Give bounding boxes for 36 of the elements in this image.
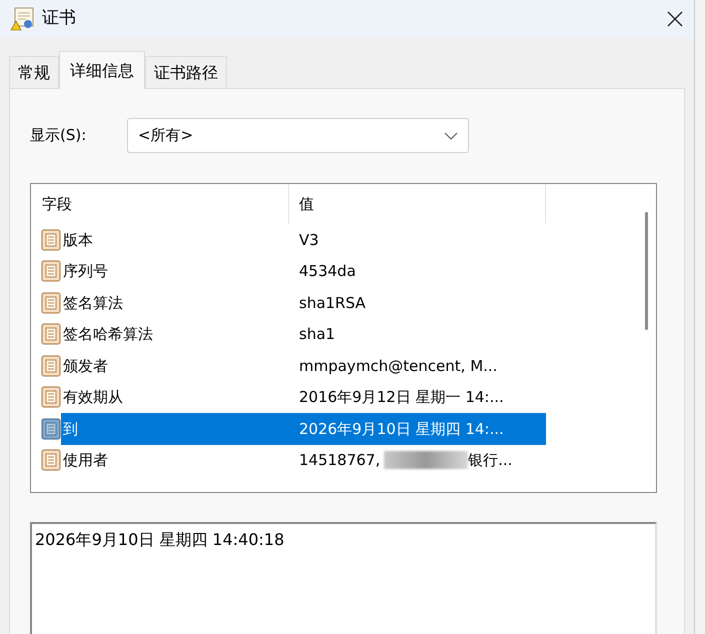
field-name[interactable]: 签名哈希算法: [61, 318, 289, 350]
field-value: sha1: [298, 324, 336, 345]
show-dropdown[interactable]: <所有>: [127, 118, 469, 153]
tab[interactable]: 常规: [9, 56, 59, 88]
document-icon: [41, 228, 61, 251]
chevron-down-icon: [444, 132, 458, 140]
field-name[interactable]: 到: [61, 413, 289, 444]
document-icon: [41, 449, 61, 472]
field-value: 2026年9月10日 星期四 14:...: [289, 413, 546, 444]
field-name[interactable]: 签名算法: [61, 287, 289, 318]
document-icon: [41, 323, 61, 346]
document-icon: [41, 260, 61, 282]
field-value: mmpaymch@tencent, M...: [298, 356, 498, 376]
detail-text: 2026年9月10日 星期四 14:40:18: [35, 530, 284, 549]
field-value: 4534da: [298, 261, 357, 282]
field-value: sha1RSA: [298, 292, 367, 314]
document-icon: [41, 418, 61, 440]
window-title: 证书: [42, 7, 76, 30]
document-icon: [41, 354, 61, 377]
field-value: 14518767, 银行...: [298, 450, 514, 472]
field-name[interactable]: 颁发者: [61, 350, 289, 382]
document-icon: [41, 292, 61, 314]
tab[interactable]: 证书路径: [145, 56, 227, 88]
field-value: 2016年9月12日 星期一 14:...: [298, 387, 505, 408]
certificate-icon: [10, 6, 36, 32]
field-name[interactable]: 版本: [61, 224, 289, 256]
document-icon: [41, 386, 61, 408]
close-icon[interactable]: [666, 10, 684, 28]
field-value: V3: [298, 230, 320, 250]
show-label: 显示(S):: [30, 125, 88, 146]
column-header[interactable]: 字段: [31, 184, 289, 224]
field-name[interactable]: 序列号: [61, 256, 289, 287]
field-name[interactable]: 使用者: [61, 444, 289, 476]
field-name[interactable]: 有效期从: [61, 382, 289, 413]
tab[interactable]: 详细信息: [59, 51, 145, 89]
column-header[interactable]: 值: [289, 184, 546, 224]
